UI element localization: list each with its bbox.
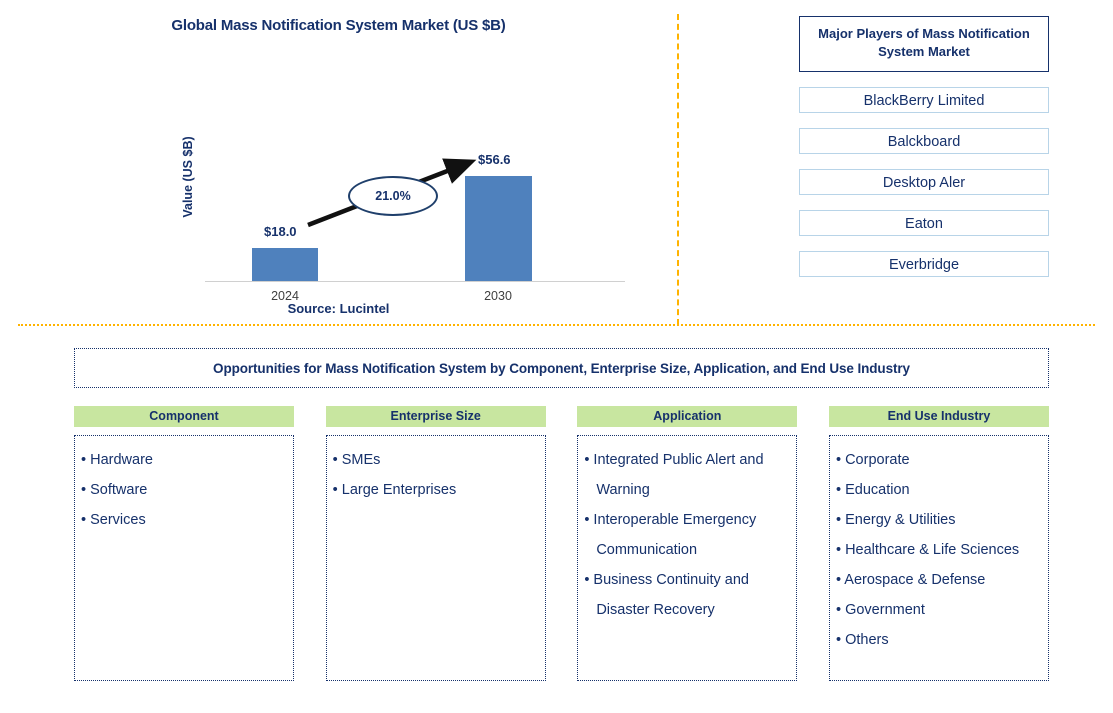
list-item: Others: [836, 625, 1044, 655]
list-item: Government: [836, 595, 1044, 625]
player-item-2[interactable]: Balckboard: [799, 128, 1049, 154]
source-label: Source: Lucintel: [287, 301, 390, 316]
chart-title: Global Mass Notification System Market (…: [171, 17, 506, 34]
opportunities-banner: Opportunities for Mass Notification Syst…: [74, 348, 1049, 388]
x-axis-line: [205, 281, 625, 282]
player-item-4[interactable]: Eaton: [799, 210, 1049, 236]
bar-value-2024: $18.0: [264, 224, 297, 239]
column-header-component: Component: [74, 406, 294, 427]
list-item: Interoperable Emergency Communication: [584, 505, 792, 565]
y-axis-label: Value (US $B): [181, 136, 195, 218]
column-component: Component Hardware Software Services: [74, 406, 294, 681]
list-item: Education: [836, 475, 1044, 505]
major-players-panel: Major Players of Mass Notification Syste…: [799, 16, 1049, 277]
list-item: Integrated Public Alert and Warning: [584, 445, 792, 505]
column-body-component: Hardware Software Services: [74, 435, 294, 681]
player-item-5[interactable]: Everbridge: [799, 251, 1049, 277]
list-item: Hardware: [81, 445, 289, 475]
infographic-page: Global Mass Notification System Market (…: [0, 0, 1113, 713]
column-header-enterprise-size: Enterprise Size: [325, 406, 546, 427]
market-bar-chart: Value (US $B) $18.0 $56.6 2024 2030 21.0…: [0, 60, 677, 303]
column-header-application: Application: [577, 406, 798, 427]
column-end-use-industry: End Use Industry Corporate Education Ene…: [828, 406, 1049, 681]
list-item: Large Enterprises: [333, 475, 541, 505]
bar-2024: [252, 248, 318, 281]
list-item: Business Continuity and Disaster Recover…: [584, 565, 792, 625]
list-item: Healthcare & Life Sciences: [836, 535, 1044, 565]
column-header-end-use-industry: End Use Industry: [828, 406, 1049, 427]
horizontal-divider: [18, 324, 1095, 326]
cagr-badge: 21.0%: [348, 176, 438, 216]
major-players-header: Major Players of Mass Notification Syste…: [799, 16, 1049, 72]
player-item-1[interactable]: BlackBerry Limited: [799, 87, 1049, 113]
list-item: Software: [81, 475, 289, 505]
vertical-divider: [677, 14, 679, 325]
opportunity-columns: Component Hardware Software Services Ent…: [74, 406, 1049, 681]
column-body-enterprise-size: SMEs Large Enterprises: [325, 435, 546, 681]
list-item: Energy & Utilities: [836, 505, 1044, 535]
column-body-end-use-industry: Corporate Education Energy & Utilities H…: [828, 435, 1049, 681]
list-item: Corporate: [836, 445, 1044, 475]
column-enterprise-size: Enterprise Size SMEs Large Enterprises: [325, 406, 546, 681]
column-application: Application Integrated Public Alert and …: [577, 406, 798, 681]
list-item: Aerospace & Defense: [836, 565, 1044, 595]
list-item: SMEs: [333, 445, 541, 475]
bar-2030: [465, 176, 532, 281]
bar-value-2030: $56.6: [478, 152, 511, 167]
player-item-3[interactable]: Desktop Aler: [799, 169, 1049, 195]
column-body-application: Integrated Public Alert and Warning Inte…: [577, 435, 798, 681]
list-item: Services: [81, 505, 289, 535]
